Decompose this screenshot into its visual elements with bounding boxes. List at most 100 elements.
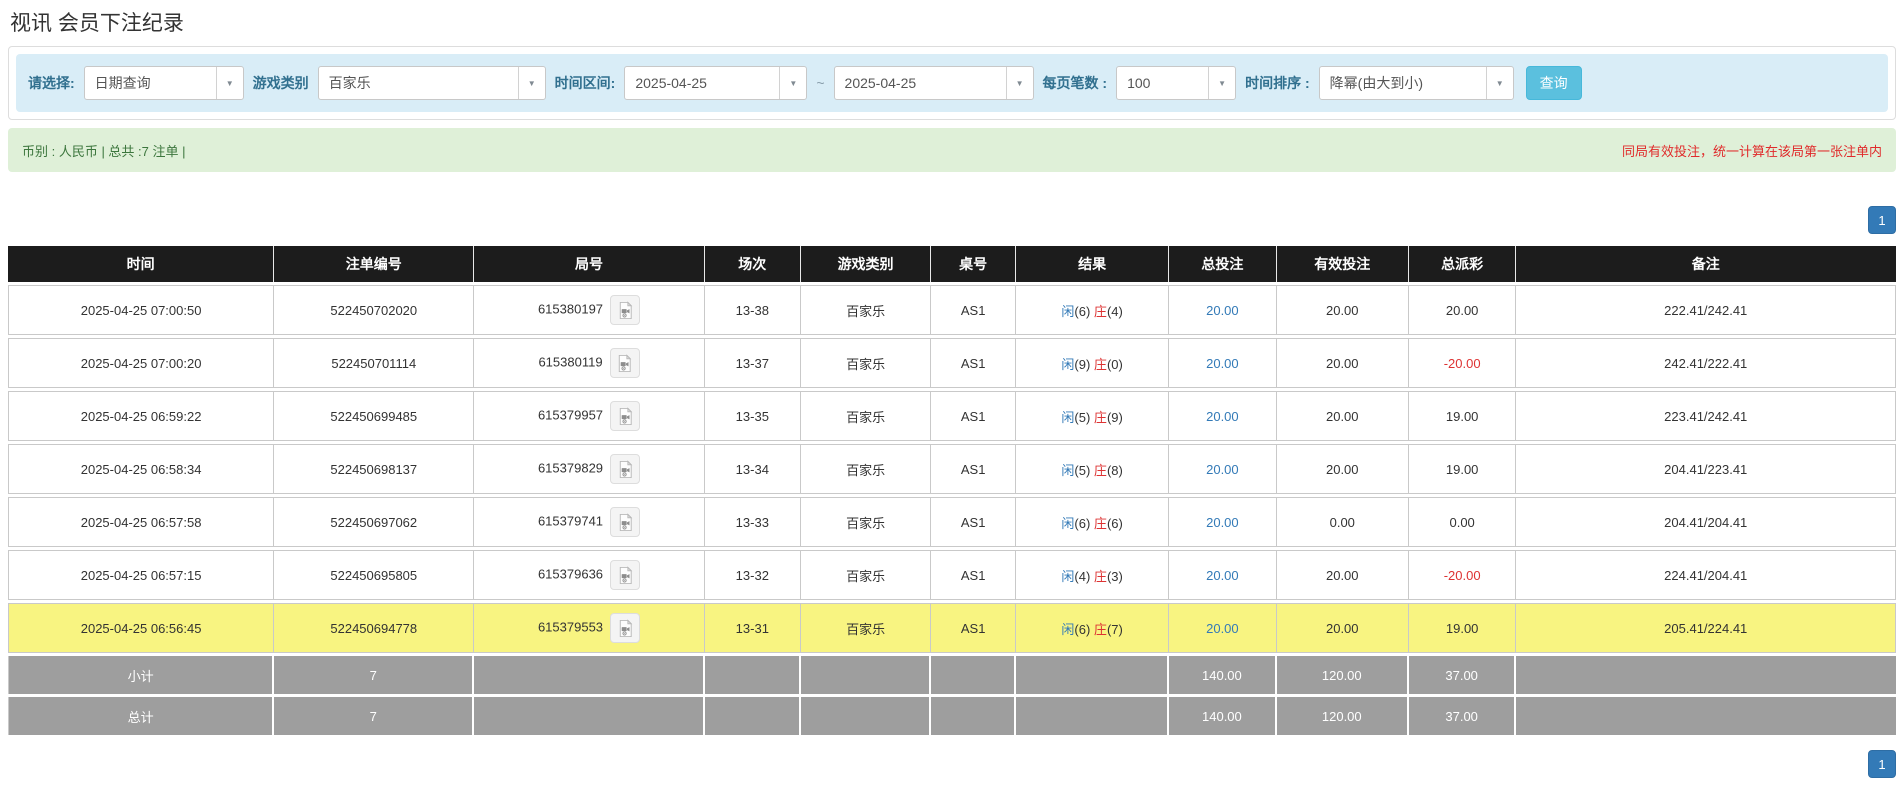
- col-result: 结果: [1016, 246, 1170, 282]
- total-bet-amount[interactable]: 20.00: [1206, 568, 1239, 583]
- col-bet-id: 注单编号: [274, 246, 475, 282]
- col-game: 游戏类别: [800, 246, 932, 282]
- time-sort-select[interactable]: 降幂(由大到小) ▼: [1318, 66, 1514, 100]
- video-replay-button[interactable]: [610, 401, 641, 431]
- round-number: 615379741: [537, 513, 604, 529]
- page-1-button[interactable]: 1: [1868, 750, 1896, 778]
- payout-cell: -20.00: [1408, 550, 1517, 600]
- time-cell: 2025-04-25 07:00:50: [8, 285, 275, 335]
- col-total-bet: 总投注: [1169, 246, 1277, 282]
- payout-amount: -20.00: [1443, 567, 1481, 583]
- total-bet-cell: 20.00: [1169, 338, 1277, 388]
- video-replay-button[interactable]: [610, 560, 641, 590]
- total-bet-amount[interactable]: 20.00: [1206, 515, 1239, 530]
- video-file-icon: [619, 300, 632, 319]
- query-type-select[interactable]: 日期查询 ▼: [83, 66, 244, 100]
- video-replay-button[interactable]: [610, 507, 641, 537]
- col-session: 场次: [704, 246, 801, 282]
- result-player-score: (4): [1074, 568, 1091, 584]
- result-player-score: (6): [1074, 621, 1091, 637]
- table-row: 2025-04-25 07:00:20 522450701114 615380119…: [8, 338, 1896, 388]
- time-sort-value: 降幂(由大到小): [1329, 75, 1423, 91]
- payout-cell: 19.00: [1408, 391, 1517, 441]
- date-to-select[interactable]: 2025-04-25 ▼: [833, 66, 1034, 100]
- page-1-button[interactable]: 1: [1868, 206, 1896, 234]
- game-category-label: 游戏类别: [252, 75, 309, 91]
- table-row: 2025-04-25 07:00:50 522450702020 615380197…: [8, 285, 1896, 335]
- summary-total-bet: 140.00: [1169, 697, 1277, 735]
- currency-total-text: 币别 : 人民币 | 总共 :7 注单 |: [22, 143, 186, 159]
- col-table: 桌号: [931, 246, 1017, 282]
- result-banker-label: 庄: [1093, 356, 1107, 372]
- search-button[interactable]: 查询: [1525, 66, 1582, 100]
- page-title: 视讯 会员下注纪录: [10, 12, 184, 35]
- result-banker-label: 庄: [1093, 515, 1107, 531]
- date-from-select[interactable]: 2025-04-25 ▼: [624, 66, 808, 100]
- page-size-label: 每页笔数 :: [1042, 75, 1108, 91]
- result-banker-score: (4): [1106, 303, 1123, 319]
- game-cell: 百家乐: [800, 285, 932, 335]
- video-file-icon: [618, 353, 632, 372]
- table-no-cell: AS1: [931, 285, 1017, 335]
- time-range-label: 时间区间:: [554, 75, 616, 91]
- table-row: 2025-04-25 06:56:45 522450694778 615379553…: [8, 603, 1896, 653]
- video-replay-button[interactable]: [609, 348, 640, 378]
- result-player-label: 闲: [1061, 515, 1075, 531]
- total-bet-amount[interactable]: 20.00: [1206, 621, 1239, 636]
- video-replay-button[interactable]: [610, 295, 641, 325]
- payout-amount: 0.00: [1449, 514, 1475, 530]
- valid-bet-notice-text: 同局有效投注，统一计算在该局第一张注单内: [1621, 143, 1882, 159]
- result-banker-score: (3): [1106, 568, 1123, 584]
- session-cell: [704, 656, 801, 694]
- session-cell: 13-38: [704, 285, 801, 335]
- table-row: 2025-04-25 06:58:34 522450698137 615379829…: [8, 444, 1896, 494]
- valid-bet-cell: 20.00: [1276, 338, 1409, 388]
- summary-payout: 37.00: [1408, 697, 1517, 735]
- table-no-cell: AS1: [931, 444, 1017, 494]
- game-cell: [800, 697, 932, 735]
- summary-count: 7: [274, 697, 475, 735]
- total-bet-cell: 20.00: [1169, 444, 1277, 494]
- result-cell: 闲(6) 庄(6): [1016, 497, 1170, 547]
- result-cell: 闲(6) 庄(4): [1016, 285, 1170, 335]
- round-number: 615379636: [537, 566, 604, 582]
- round-number: 615379829: [537, 460, 604, 476]
- game-cell: 百家乐: [800, 603, 932, 653]
- round-cell: 615379829: [474, 444, 705, 494]
- result-cell: 闲(6) 庄(7): [1016, 603, 1170, 653]
- valid-bet-cell: 20.00: [1276, 550, 1409, 600]
- col-time: 时间: [8, 246, 275, 282]
- video-replay-button[interactable]: [610, 613, 641, 643]
- chevron-down-icon: ▼: [517, 67, 545, 99]
- result-banker-label: 庄: [1093, 303, 1107, 319]
- result-banker-label: 庄: [1093, 462, 1107, 478]
- game-category-select[interactable]: 百家乐 ▼: [317, 66, 546, 100]
- result-cell: 闲(5) 庄(9): [1016, 391, 1170, 441]
- payout-amount: 19.00: [1445, 620, 1479, 636]
- result-player-score: (5): [1074, 409, 1091, 425]
- result-player-score: (6): [1074, 515, 1091, 531]
- round-number: 615379553: [537, 619, 604, 635]
- total-bet-amount[interactable]: 20.00: [1206, 462, 1239, 477]
- col-remark: 备注: [1516, 246, 1896, 282]
- video-replay-button[interactable]: [610, 454, 641, 484]
- video-file-icon: [619, 565, 632, 584]
- table-no-cell: AS1: [931, 497, 1017, 547]
- pagination-top: 1: [8, 206, 1896, 234]
- date-to-value: 2025-04-25: [844, 75, 917, 91]
- session-cell: 13-35: [704, 391, 801, 441]
- table-no-cell: AS1: [931, 550, 1017, 600]
- payout-cell: 0.00: [1408, 497, 1517, 547]
- bet-records-table: 时间 注单编号 局号 场次 游戏类别 桌号 结果 总投注 有效投注 总派彩 备注 2025-04-2…: [8, 243, 1896, 738]
- total-bet-amount[interactable]: 20.00: [1206, 356, 1239, 371]
- pagination-bottom: 1: [8, 750, 1896, 778]
- round-cell: 615379636: [474, 550, 705, 600]
- payout-amount: 19.00: [1445, 408, 1479, 424]
- result-banker-label: 庄: [1093, 568, 1107, 584]
- payout-amount: -20.00: [1443, 355, 1481, 371]
- total-bet-amount[interactable]: 20.00: [1206, 409, 1239, 424]
- query-type-value: 日期查询: [94, 75, 151, 91]
- page-size-select[interactable]: 100 ▼: [1116, 66, 1237, 100]
- remark-cell: 204.41/223.41: [1516, 444, 1896, 494]
- total-bet-amount[interactable]: 20.00: [1206, 303, 1239, 318]
